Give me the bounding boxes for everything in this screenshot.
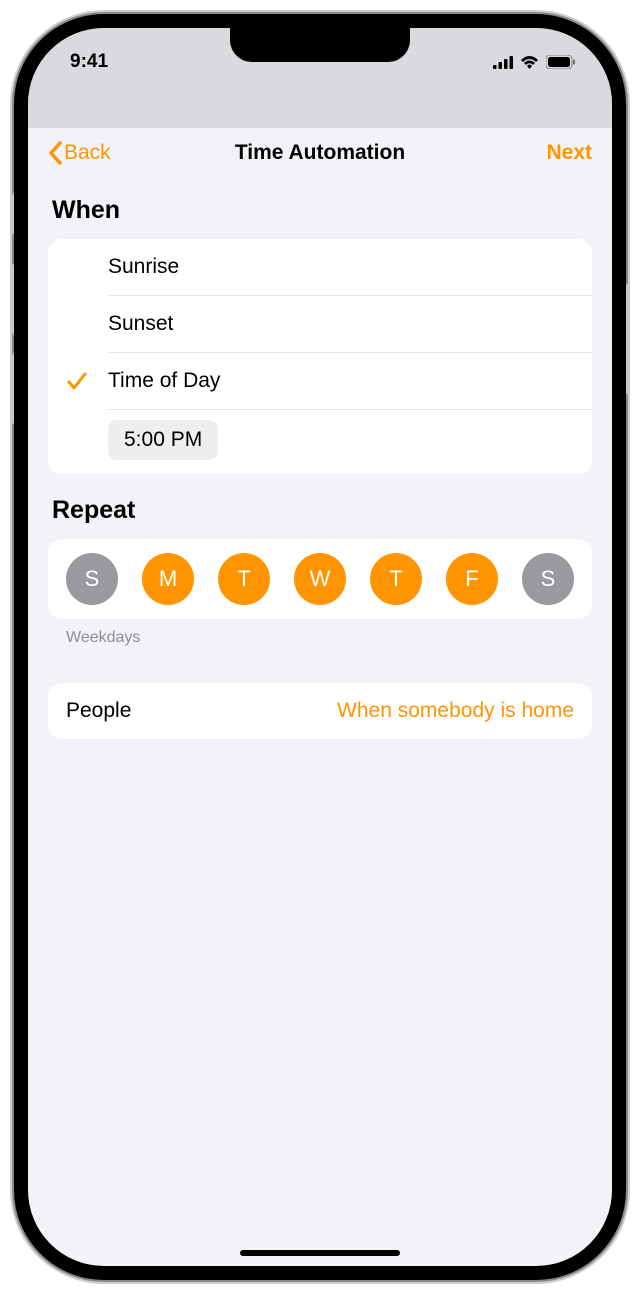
repeat-header: Repeat (48, 496, 592, 525)
day-toggle-wed[interactable]: W (294, 553, 346, 605)
repeat-summary: Weekdays (48, 629, 592, 647)
people-value: When somebody is home (337, 699, 574, 723)
when-option-sunset[interactable]: Sunset (48, 296, 592, 352)
nav-title: Time Automation (235, 141, 405, 165)
back-label: Back (64, 141, 111, 165)
wifi-icon (520, 55, 539, 69)
day-toggle-thu[interactable]: T (370, 553, 422, 605)
day-toggle-tue[interactable]: T (218, 553, 270, 605)
back-button[interactable]: Back (48, 141, 111, 165)
when-card: Sunrise Sunset Time of Day 5:00 PM (48, 239, 592, 474)
checkmark-icon (66, 370, 88, 392)
people-label: People (66, 699, 131, 723)
when-option-time-of-day[interactable]: Time of Day (48, 353, 592, 409)
next-button[interactable]: Next (546, 141, 592, 165)
when-header: When (48, 196, 592, 225)
day-toggle-sun[interactable]: S (66, 553, 118, 605)
option-label: Time of Day (108, 369, 574, 393)
when-option-sunrise[interactable]: Sunrise (48, 239, 592, 295)
nav-bar: Back Time Automation Next (28, 128, 612, 178)
home-indicator[interactable] (240, 1250, 400, 1256)
day-toggle-sat[interactable]: S (522, 553, 574, 605)
time-picker[interactable]: 5:00 PM (108, 420, 218, 460)
people-row[interactable]: People When somebody is home (48, 683, 592, 739)
day-toggle-mon[interactable]: M (142, 553, 194, 605)
chevron-left-icon (48, 141, 62, 165)
cellular-icon (493, 56, 513, 69)
status-time: 9:41 (70, 51, 108, 73)
option-label: Sunset (108, 312, 574, 336)
option-label: Sunrise (108, 255, 574, 279)
day-toggle-fri[interactable]: F (446, 553, 498, 605)
repeat-days-card: S M T W T F S (48, 539, 592, 619)
status-icons (493, 55, 576, 69)
battery-icon (546, 55, 576, 69)
